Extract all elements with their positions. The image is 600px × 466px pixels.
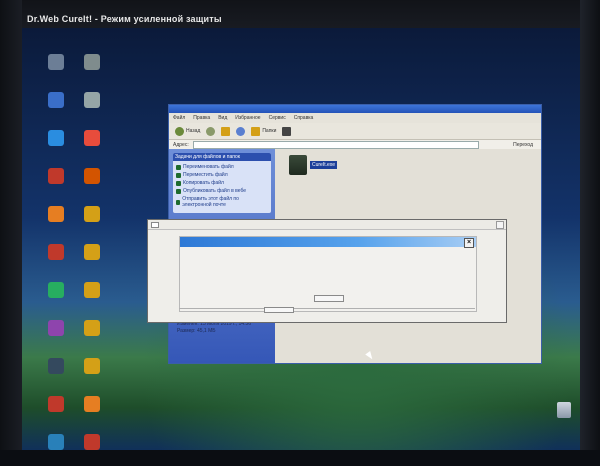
folder-up-icon (221, 126, 231, 136)
file-name: CureIt.exe (310, 161, 338, 169)
menu-file[interactable]: Файл (173, 115, 185, 121)
task-label: Переименовать файл (183, 164, 234, 170)
desktop-icon[interactable] (70, 396, 114, 428)
monitor-bezel-left (0, 0, 22, 450)
task-email[interactable]: Отправить этот файл по электронной почте (176, 196, 268, 208)
rename-icon (176, 164, 181, 170)
task-publish[interactable]: Опубликовать файл в вебе (176, 188, 268, 194)
back-arrow-icon (175, 126, 184, 136)
explorer-titlebar[interactable] (169, 105, 541, 113)
search-icon (236, 126, 246, 136)
up-button[interactable] (221, 126, 231, 136)
views-icon (282, 126, 292, 136)
menu-favorites[interactable]: Избранное (235, 115, 260, 121)
desktop-icon[interactable] (70, 358, 114, 390)
monitor-bezel-right (580, 0, 600, 450)
desktop-icon[interactable] (70, 130, 114, 162)
dialog-titlebar[interactable] (148, 220, 506, 230)
task-label: Копировать файл (183, 180, 224, 186)
address-label: Адрес: (173, 142, 189, 148)
forward-button[interactable] (206, 126, 216, 136)
move-icon (176, 172, 181, 178)
search-button[interactable] (236, 126, 246, 136)
dialog-content: × (179, 236, 477, 312)
dialog-header-banner: × (180, 237, 476, 248)
desktop-icon[interactable] (70, 282, 114, 314)
toolbar: Назад Папки (169, 123, 541, 140)
menu-view[interactable]: Вид (218, 115, 227, 121)
task-rename[interactable]: Переименовать файл (176, 164, 268, 170)
details-size: Размер: 45,1 МБ (177, 328, 216, 334)
address-input[interactable] (192, 141, 480, 149)
file-item[interactable]: CureIt.exe (289, 155, 338, 175)
file-details: Изменен: 13 июля 2019 г., 14:36 Размер: … (173, 321, 271, 335)
views-button[interactable] (282, 126, 292, 136)
task-label: Опубликовать файл в вебе (183, 188, 247, 194)
dialog-secondary-button[interactable] (264, 307, 294, 313)
recycle-bin-icon[interactable] (557, 402, 571, 418)
dialog-button[interactable] (314, 295, 344, 302)
desktop-icon[interactable] (70, 206, 114, 238)
desktop-icon[interactable] (70, 434, 114, 466)
task-label: Отправить этот файл по электронной почте (182, 196, 239, 208)
menu-edit[interactable]: Правка (193, 115, 210, 121)
file-tasks-title[interactable]: Задачи для файлов и папок (173, 153, 271, 161)
desktop-icon[interactable] (70, 54, 114, 86)
email-icon (176, 199, 181, 205)
desktop-icon[interactable] (70, 320, 114, 352)
window-system-icon (151, 222, 159, 228)
desktop-icon[interactable] (70, 244, 114, 276)
dialog-outer-close-button[interactable] (496, 221, 504, 229)
desktop-icon[interactable] (70, 168, 114, 200)
folders-label: Папки (262, 128, 277, 134)
back-button[interactable]: Назад (175, 126, 201, 136)
dialog-window[interactable]: × (147, 219, 507, 323)
task-copy[interactable]: Копировать файл (176, 180, 268, 186)
copy-icon (176, 180, 181, 186)
menu-help[interactable]: Справка (294, 115, 314, 121)
forward-arrow-icon (206, 126, 216, 136)
publish-icon (176, 188, 181, 194)
dialog-divider (179, 308, 475, 309)
desktop-icon[interactable] (70, 92, 114, 124)
back-label: Назад (186, 128, 201, 134)
task-move[interactable]: Переместить файл (176, 172, 268, 178)
desktop-icons-right (70, 54, 114, 466)
executable-icon (289, 155, 307, 175)
menu-tools[interactable]: Сервис (269, 115, 286, 121)
go-button[interactable]: Переход (513, 142, 533, 148)
window-title: Dr.Web CureIt! - Режим усиленной защиты (27, 14, 222, 24)
menu-bar: Файл Правка Вид Избранное Сервис Справка (169, 113, 541, 123)
task-label: Переместить файл (183, 172, 228, 178)
folders-button[interactable]: Папки (251, 126, 277, 136)
folder-icon (251, 126, 261, 136)
file-tasks-group: Задачи для файлов и папок Переименовать … (173, 153, 271, 213)
dialog-close-button[interactable]: × (464, 238, 474, 248)
